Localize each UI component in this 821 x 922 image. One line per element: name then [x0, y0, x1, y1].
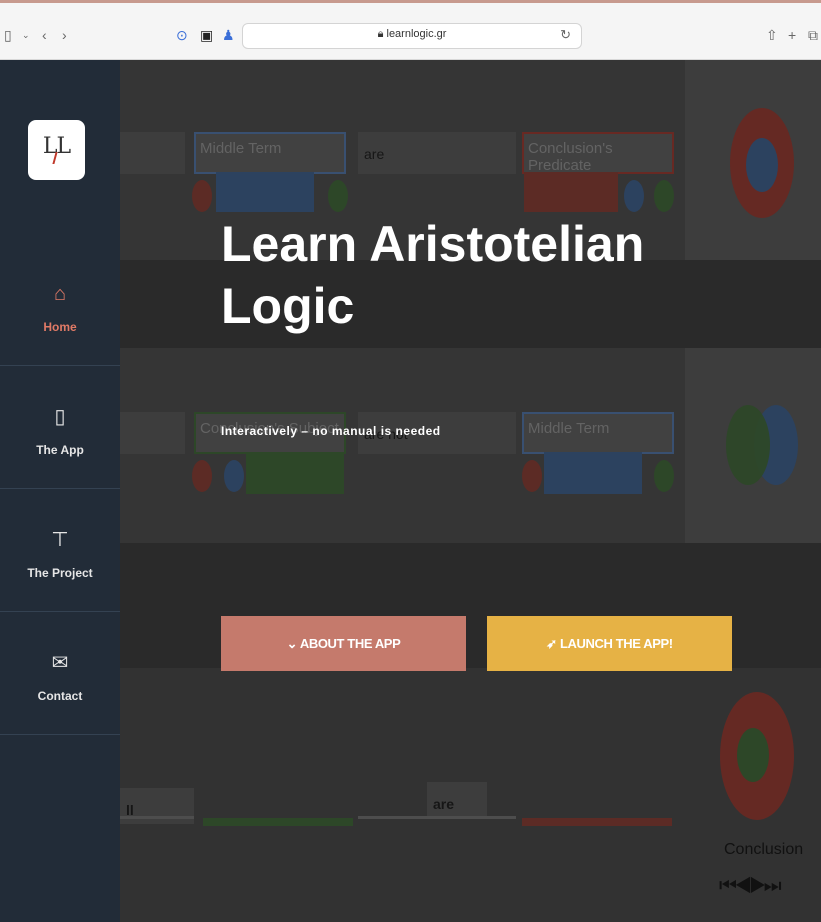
dark-overlay — [120, 60, 821, 922]
home-icon: ⌂ — [53, 283, 67, 305]
forward-icon[interactable]: › — [62, 25, 67, 45]
launch-the-app-button[interactable]: ➶ LAUNCH THE APP! — [487, 616, 732, 671]
phone-icon: ▯ — [54, 406, 66, 428]
sidebar-item-label: The Project — [27, 566, 93, 580]
chevron-down-icon: ⌄ — [286, 636, 298, 651]
button-label: ABOUT THE APP — [299, 636, 401, 651]
extension-person-icon[interactable]: ♟ — [222, 25, 235, 45]
address-bar[interactable]: 🔒︎ learnlogic.gr ↻ — [242, 23, 582, 49]
url-text: learnlogic.gr — [386, 28, 447, 40]
browser-toolbar: ▯ ⌄ ‹ › ⊙ ▣ ♟ 🔒︎ learnlogic.gr ↻ ⇧ + ⧉ — [0, 0, 821, 60]
page-title: Learn Aristotelian Logic — [221, 216, 645, 334]
hero-section: Middle Term are Conclusion's Predicate C… — [120, 60, 821, 922]
sidebar-toggle-icon[interactable]: ▯ — [4, 25, 12, 45]
sidebar-item-the-project[interactable]: ⊤ The Project — [0, 489, 120, 612]
play-circle-icon[interactable]: ⊙ — [176, 25, 188, 45]
logo-accent — [52, 152, 68, 164]
rocket-icon: ➶ — [546, 636, 557, 651]
new-tab-icon[interactable]: + — [788, 25, 796, 45]
button-label: LAUNCH THE APP! — [560, 636, 673, 651]
tabs-icon[interactable]: ⧉ — [808, 25, 818, 45]
back-icon[interactable]: ‹ — [42, 25, 47, 45]
about-the-app-button[interactable]: ⌄ ABOUT THE APP — [221, 616, 466, 671]
extension-icon[interactable]: ▣ — [200, 25, 213, 45]
sidebar-item-label: The App — [36, 443, 84, 457]
conclusion-label: Conclusion — [724, 841, 804, 858]
reload-icon[interactable]: ↻ — [560, 27, 571, 43]
sidebar-item-label: Contact — [37, 689, 83, 703]
sidebar: LL ⌂ Home ▯ The App ⊤ The Project ✉ Cont… — [0, 60, 120, 922]
logo[interactable]: LL — [28, 120, 85, 180]
mail-icon: ✉ — [51, 652, 69, 674]
sidebar-item-home[interactable]: ⌂ Home — [0, 243, 120, 366]
sidebar-item-contact[interactable]: ✉ Contact — [0, 612, 120, 735]
share-icon[interactable]: ⇧ — [766, 25, 778, 45]
chevron-down-icon[interactable]: ⌄ — [22, 25, 30, 45]
sidebar-item-the-app[interactable]: ▯ The App — [0, 366, 120, 489]
sidebar-item-label: Home — [43, 320, 77, 334]
media-controls[interactable]: ⏮◀▶⏭ — [719, 875, 782, 898]
flowchart-icon: ⊤ — [51, 529, 69, 551]
page-subtitle: Interactively – no manual is needed — [221, 424, 441, 438]
lock-icon: 🔒︎ — [377, 28, 384, 40]
